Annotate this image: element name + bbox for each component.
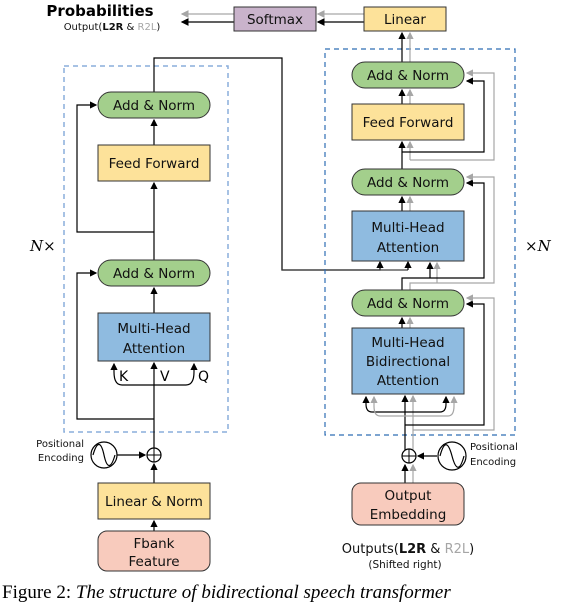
svg-text:Add & Norm: Add & Norm [367, 296, 449, 312]
softmax-box: Softmax [233, 6, 317, 32]
decoder-outputs-label: Outputs(L2R & R2L) [342, 542, 474, 557]
svg-text:Linear & Norm: Linear & Norm [105, 494, 203, 510]
encoder-positional-encoding-label: Positional [36, 439, 84, 450]
decoder-bmha-k-r2l [370, 395, 413, 417]
encoder-add-circle-icon [146, 447, 162, 463]
decoder-add-norm-mid: Add & Norm [351, 168, 465, 196]
encoder-repeat-label: N× [29, 237, 56, 255]
encoder-positional-encoding-label-2: Encoding [38, 453, 84, 464]
output-embedding: Output Embedding [351, 482, 465, 526]
decoder-multi-head-attention: Multi-Head Attention [351, 210, 465, 262]
encoder-feed-forward: Feed Forward [97, 144, 211, 182]
encoder-linear-norm: Linear & Norm [97, 482, 211, 520]
decoder-positional-encoding-label: Positional [470, 442, 518, 453]
svg-text:Add & Norm: Add & Norm [367, 68, 449, 84]
svg-text:Linear: Linear [384, 12, 426, 28]
svg-text:Attention: Attention [377, 240, 439, 256]
svg-text:Attention: Attention [377, 373, 439, 389]
encoder-multi-head-attention: Multi-Head Attention [97, 312, 211, 362]
svg-text:Feed Forward: Feed Forward [109, 156, 200, 172]
encoder-k-label: K [119, 369, 129, 385]
decoder-add-circle-icon [401, 448, 417, 464]
linear-box: Linear [363, 6, 447, 32]
svg-text:Attention: Attention [123, 341, 185, 357]
decoder-positional-encoding-label-2: Encoding [470, 457, 516, 468]
svg-text:Embedding: Embedding [370, 507, 447, 523]
encoder-q-label: Q [198, 369, 209, 385]
decoder-repeat-label: ×N [525, 237, 552, 255]
fbank-feature-input: Fbank Feature [97, 530, 211, 572]
decoder-add-norm-top: Add & Norm [351, 61, 465, 89]
svg-text:Feed Forward: Feed Forward [363, 115, 454, 131]
encoder-add-norm-bottom: Add & Norm [97, 259, 211, 287]
svg-text:Fbank: Fbank [134, 536, 175, 552]
svg-text:Multi-Head: Multi-Head [371, 335, 444, 351]
figure-caption: Figure 2: The structure of bidirectional… [2, 582, 451, 603]
svg-text:Add & Norm: Add & Norm [113, 266, 195, 282]
svg-text:Multi-Head: Multi-Head [117, 321, 190, 337]
encoder-sine-wave-icon [90, 441, 118, 469]
svg-text:Feature: Feature [128, 554, 179, 570]
encoder-v-label: V [160, 369, 170, 385]
output-probabilities-title: Probabilities [46, 2, 153, 20]
svg-text:Output: Output [385, 488, 432, 504]
decoder-add-norm-bottom: Add & Norm [351, 289, 465, 317]
svg-text:Add & Norm: Add & Norm [367, 175, 449, 191]
decoder-bidirectional-attention: Multi-Head Bidirectional Attention [351, 327, 465, 395]
encoder-add-norm-top: Add & Norm [97, 91, 211, 119]
bidirectional-transformer-diagram: Probabilities Output(L2R & R2L) Softmax … [2, 2, 552, 603]
svg-text:Add & Norm: Add & Norm [113, 98, 195, 114]
decoder-bmha-q-l2r [405, 395, 450, 413]
decoder-sine-wave-icon [437, 441, 467, 471]
decoder-shifted-label: (Shifted right) [368, 559, 441, 571]
decoder-bmha-q-r2l [413, 395, 458, 417]
output-probabilities-subtitle: Output(L2R & R2L) [64, 22, 161, 33]
svg-text:Multi-Head: Multi-Head [371, 220, 444, 236]
decoder-bmha-k-l2r [362, 395, 405, 413]
svg-text:Bidirectional: Bidirectional [366, 354, 450, 370]
decoder-feed-forward: Feed Forward [351, 103, 465, 141]
svg-text:Softmax: Softmax [247, 12, 303, 28]
